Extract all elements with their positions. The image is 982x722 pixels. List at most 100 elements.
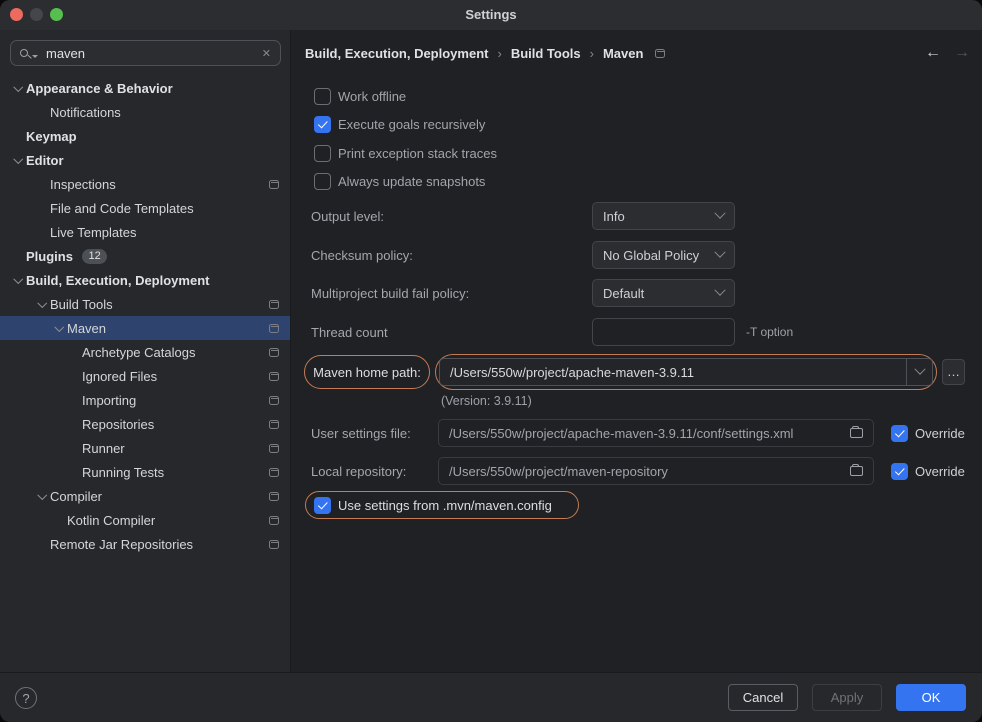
thread-count-label: Thread count xyxy=(311,325,388,340)
user-settings-file-field[interactable]: /Users/550w/project/apache-maven-3.9.11/… xyxy=(438,419,874,447)
user-settings-file-value[interactable]: /Users/550w/project/apache-maven-3.9.11/… xyxy=(449,426,842,441)
sidebar-item-kotlin-compiler[interactable]: Kotlin Compiler xyxy=(0,508,290,532)
sidebar-item-importing[interactable]: Importing xyxy=(0,388,290,412)
chevron-down-icon[interactable] xyxy=(34,488,50,504)
magnifier-glyph xyxy=(20,49,28,57)
browse-maven-home-button[interactable]: … xyxy=(942,359,965,385)
sidebar-item-label: Remote Jar Repositories xyxy=(50,537,193,552)
sidebar-item-label: Archetype Catalogs xyxy=(82,345,195,360)
per-project-settings-icon xyxy=(269,324,279,333)
chevron-down-icon xyxy=(714,247,725,258)
thread-count-input[interactable] xyxy=(592,318,735,346)
checkbox-row-print-exception-stack-traces: Print exception stack traces xyxy=(314,139,497,168)
sidebar-item-plugins[interactable]: Plugins 12 xyxy=(0,244,290,268)
sidebar-item-editor[interactable]: Editor xyxy=(0,148,290,172)
sidebar-item-repositories[interactable]: Repositories xyxy=(0,412,290,436)
chevron-down-icon xyxy=(714,208,725,219)
chevron-down-icon[interactable] xyxy=(51,320,67,336)
sidebar-item-appearance-behavior[interactable]: Appearance & Behavior xyxy=(0,76,290,100)
chevron-down-icon[interactable] xyxy=(906,359,932,385)
sidebar-item-label: Runner xyxy=(82,441,125,456)
forward-arrow-icon[interactable]: → xyxy=(954,44,970,62)
local-repository-field[interactable]: /Users/550w/project/maven-repository xyxy=(438,457,874,485)
sidebar-item-maven[interactable]: Maven xyxy=(0,316,290,340)
checksum-policy-value: No Global Policy xyxy=(603,248,699,263)
fail-policy-dropdown[interactable]: Default xyxy=(592,279,735,307)
sidebar-item-compiler[interactable]: Compiler xyxy=(0,484,290,508)
breadcrumb-item-build-execution-deployment[interactable]: Build, Execution, Deployment xyxy=(305,46,488,61)
sidebar-item-build-execution-deployment[interactable]: Build, Execution, Deployment xyxy=(0,268,290,292)
sidebar-item-keymap[interactable]: Keymap xyxy=(0,124,290,148)
sidebar-item-label: Repositories xyxy=(82,417,154,432)
per-project-settings-icon xyxy=(269,444,279,453)
apply-button[interactable]: Apply xyxy=(812,684,882,711)
checkbox-row-work-offline: Work offline xyxy=(314,82,497,111)
sidebar-item-label: Keymap xyxy=(26,129,77,144)
sidebar-item-label: File and Code Templates xyxy=(50,201,194,216)
local-repository-value[interactable]: /Users/550w/project/maven-repository xyxy=(449,464,842,479)
print-exception-stack-traces-checkbox[interactable] xyxy=(314,145,331,162)
chevron-down-icon[interactable] xyxy=(10,80,26,96)
sidebar-item-file-and-code-templates[interactable]: File and Code Templates xyxy=(0,196,290,220)
per-project-settings-icon xyxy=(269,468,279,477)
titlebar: Settings xyxy=(0,0,982,30)
checksum-policy-dropdown[interactable]: No Global Policy xyxy=(592,241,735,269)
per-project-settings-icon xyxy=(269,372,279,381)
help-button[interactable]: ? xyxy=(15,687,37,709)
sidebar: maven ✕ Appearance & Behavior Notificatio… xyxy=(0,30,291,672)
sidebar-item-running-tests[interactable]: Running Tests xyxy=(0,460,290,484)
settings-search-field[interactable]: maven ✕ xyxy=(10,40,281,66)
thread-count-row: Thread count -T option xyxy=(311,318,966,346)
sidebar-item-ignored-files[interactable]: Ignored Files xyxy=(0,364,290,388)
chevron-down-icon[interactable] xyxy=(10,152,26,168)
checkbox-label: Always update snapshots xyxy=(338,174,485,189)
cancel-button[interactable]: Cancel xyxy=(728,684,798,711)
sidebar-item-runner[interactable]: Runner xyxy=(0,436,290,460)
execute-goals-recursively-checkbox[interactable] xyxy=(314,116,331,133)
folder-icon[interactable] xyxy=(850,466,863,476)
plugins-count-badge: 12 xyxy=(82,249,107,264)
local-repository-override-checkbox[interactable] xyxy=(891,463,908,480)
sidebar-item-inspections[interactable]: Inspections xyxy=(0,172,290,196)
work-offline-checkbox[interactable] xyxy=(314,88,331,105)
sidebar-item-label: Live Templates xyxy=(50,225,136,240)
fail-policy-value: Default xyxy=(603,286,644,301)
chevron-down-icon[interactable] xyxy=(10,272,26,288)
footer: ? Cancel Apply OK xyxy=(0,672,982,722)
breadcrumb-item-build-tools[interactable]: Build Tools xyxy=(511,46,581,61)
ok-button[interactable]: OK xyxy=(896,684,966,711)
override-label: Override xyxy=(915,464,965,479)
local-repository-row: Local repository: /Users/550w/project/ma… xyxy=(311,457,966,485)
sidebar-item-label: Appearance & Behavior xyxy=(26,81,173,96)
folder-icon[interactable] xyxy=(850,428,863,438)
output-level-label: Output level: xyxy=(311,209,384,224)
clear-search-icon[interactable]: ✕ xyxy=(262,47,271,60)
search-input[interactable]: maven xyxy=(46,46,262,61)
back-arrow-icon[interactable]: ← xyxy=(925,44,941,62)
use-mvn-config-checkbox[interactable] xyxy=(314,497,331,514)
user-settings-override-checkbox[interactable] xyxy=(891,425,908,442)
always-update-snapshots-checkbox[interactable] xyxy=(314,173,331,190)
sidebar-item-notifications[interactable]: Notifications xyxy=(0,100,290,124)
output-level-dropdown[interactable]: Info xyxy=(592,202,735,230)
sidebar-item-build-tools[interactable]: Build Tools xyxy=(0,292,290,316)
breadcrumb-item-maven[interactable]: Maven xyxy=(603,46,643,61)
help-question-icon: ? xyxy=(22,691,29,706)
history-navigation: ← → xyxy=(925,40,970,66)
sidebar-item-remote-jar-repositories[interactable]: Remote Jar Repositories xyxy=(0,532,290,556)
sidebar-item-archetype-catalogs[interactable]: Archetype Catalogs xyxy=(0,340,290,364)
checkbox-label: Execute goals recursively xyxy=(338,117,485,132)
breadcrumb-separator: › xyxy=(590,46,594,61)
checksum-policy-label: Checksum policy: xyxy=(311,248,413,263)
maven-home-path-value[interactable]: /Users/550w/project/apache-maven-3.9.11 xyxy=(440,359,906,385)
sidebar-item-label: Notifications xyxy=(50,105,121,120)
sidebar-item-label: Ignored Files xyxy=(82,369,157,384)
search-icon[interactable] xyxy=(20,48,38,58)
maven-home-path-combobox[interactable]: /Users/550w/project/apache-maven-3.9.11 xyxy=(439,358,933,386)
chevron-down-icon[interactable] xyxy=(34,296,50,312)
sidebar-item-live-templates[interactable]: Live Templates xyxy=(0,220,290,244)
sidebar-item-label: Plugins xyxy=(26,249,73,264)
settings-window: Settings maven ✕ Appearance & Behavior No… xyxy=(0,0,982,722)
checkbox-row-always-update-snapshots: Always update snapshots xyxy=(314,168,497,197)
checkbox-label: Print exception stack traces xyxy=(338,146,497,161)
